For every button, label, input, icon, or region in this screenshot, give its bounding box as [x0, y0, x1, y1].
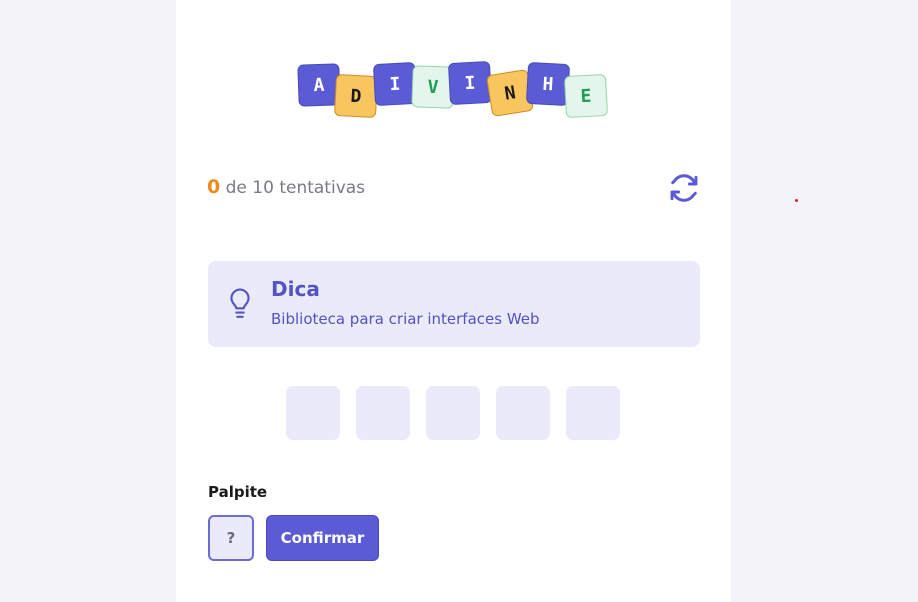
- letter-slot: [566, 386, 620, 440]
- guess-label: Palpite: [208, 483, 268, 501]
- cursor-dot: [795, 199, 798, 202]
- letter-slot: [286, 386, 340, 440]
- letter-slot: [496, 386, 550, 440]
- answer-slots: [286, 386, 622, 441]
- attempts-label: de 10 tentativas: [225, 178, 366, 198]
- attempts-count: 0: [207, 176, 221, 198]
- game-card: A D I V I N H E 0 de 10 tentativas Dica …: [176, 0, 731, 602]
- attempts-counter: 0 de 10 tentativas: [207, 176, 365, 198]
- lightbulb-icon: [230, 288, 250, 318]
- guess-input[interactable]: [208, 515, 254, 561]
- logo-tile-i: I: [372, 61, 418, 107]
- logo-tile-d: D: [333, 73, 379, 119]
- logo: A D I V I N H E: [176, 0, 731, 130]
- letter-slot: [356, 386, 410, 440]
- hint-box: Dica Biblioteca para criar interfaces We…: [208, 261, 700, 347]
- letter-slot: [426, 386, 480, 440]
- hint-title: Dica: [271, 277, 320, 301]
- refresh-icon: [670, 174, 698, 202]
- logo-tile-e: E: [563, 73, 609, 119]
- confirm-button[interactable]: Confirmar: [266, 515, 379, 561]
- restart-button[interactable]: [668, 172, 700, 204]
- logo-tile-i-2: I: [447, 60, 493, 106]
- hint-text: Biblioteca para criar interfaces Web: [271, 310, 540, 328]
